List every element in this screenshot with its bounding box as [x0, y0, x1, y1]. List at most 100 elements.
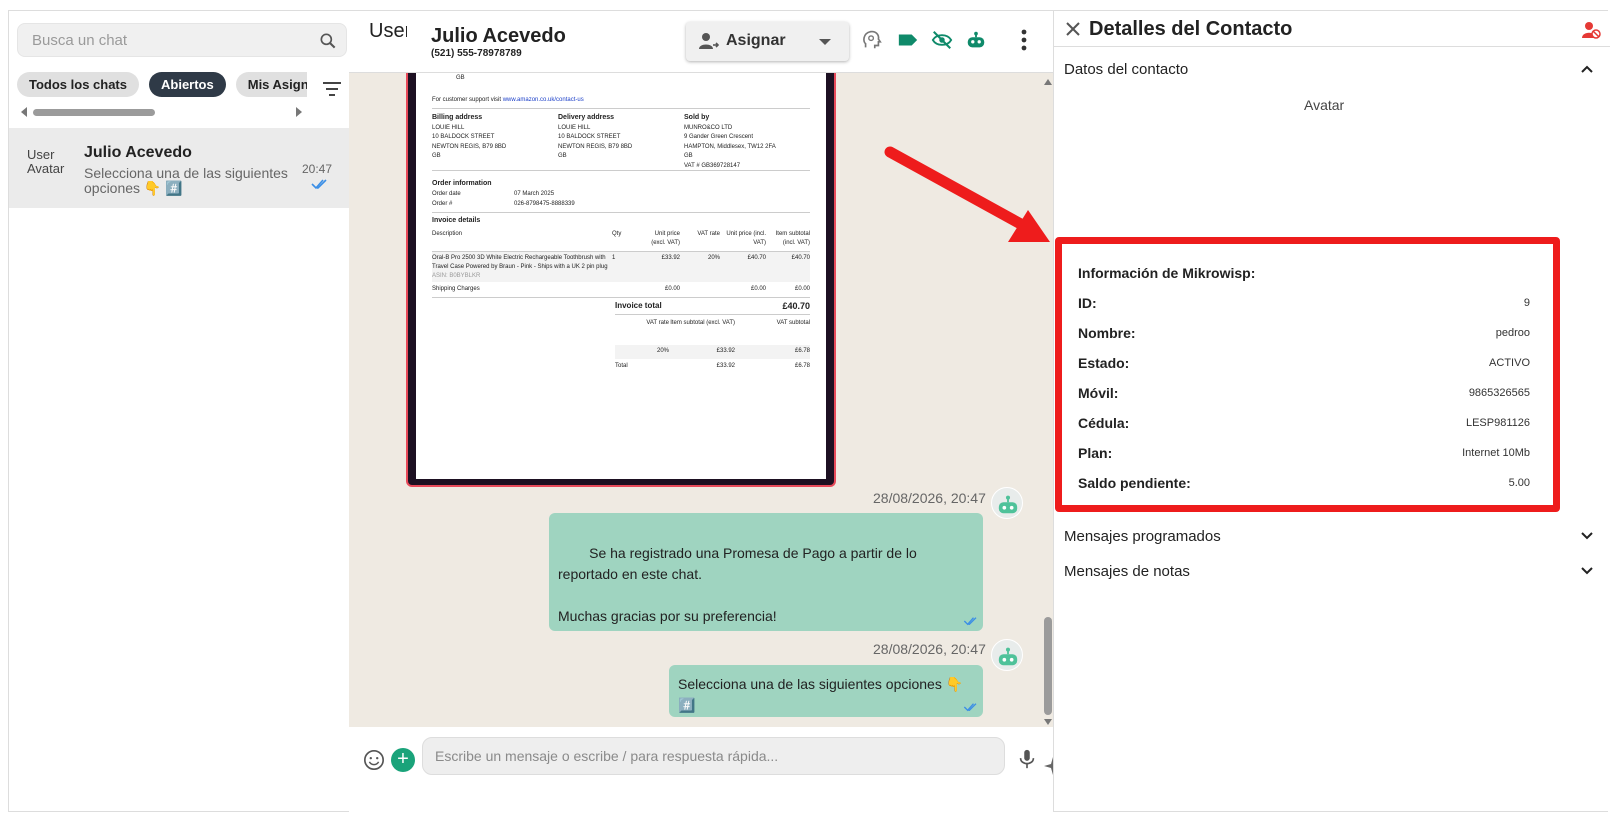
billing-heading: Billing address: [432, 114, 483, 121]
avatar[interactable]: User: [369, 21, 407, 61]
field-value: LESP981126: [1465, 417, 1530, 429]
message-input[interactable]: Escribe un mensaje o escribe / para resp…: [422, 737, 1065, 775]
shipping-excl: £0.00: [664, 286, 680, 292]
chevron-down-icon[interactable]: [1581, 532, 1593, 540]
chat-preview: Selecciona una de las siguientes opcione…: [84, 165, 288, 196]
field-row: Cédula: LESP981126: [1078, 415, 1530, 435]
microphone-icon[interactable]: [1016, 748, 1038, 770]
field-label: Plan:: [1078, 445, 1113, 461]
ai-brain-icon[interactable]: [861, 29, 883, 51]
order-info-heading: Order information: [432, 180, 492, 187]
mikrowisp-info-card: Información de Mikrowisp: ID: 9 Nombre: pe…: [1055, 237, 1560, 512]
avatar: Avatar: [1304, 97, 1345, 113]
message-input-placeholder: Escribe un mensaje o escribe / para resp…: [435, 748, 779, 764]
red-arrow-annotation: [884, 146, 1050, 242]
vat-item-subtotal-value: £33.92: [716, 348, 735, 354]
col-qty: Qty: [612, 231, 622, 237]
scroll-thumb[interactable]: [1044, 617, 1052, 715]
field-row: ID: 9: [1078, 295, 1530, 315]
field-value: 9865326565: [1468, 387, 1530, 399]
horizontal-scrollbar[interactable]: [19, 106, 304, 118]
sold-by-heading: Sold by: [684, 114, 710, 121]
filter-icon[interactable]: [322, 80, 342, 98]
chip-open[interactable]: Abiertos: [149, 72, 226, 97]
bot-icon[interactable]: [965, 29, 987, 51]
mikrowisp-title: Información de Mikrowisp:: [1078, 265, 1256, 281]
col-unit-incl: Unit price (incl. VAT): [726, 231, 766, 246]
field-row: Nombre: pedroo: [1078, 325, 1530, 345]
scroll-left-icon[interactable]: [21, 107, 27, 117]
shipping-incl: £0.00: [750, 286, 766, 292]
message-timestamp: 28/08/2026, 20:47: [873, 641, 986, 657]
chat-list-item[interactable]: User Avatar Julio Acevedo Selecciona una…: [9, 128, 358, 208]
chip-my-assigned[interactable]: Mis Asignados: [235, 72, 307, 97]
sold-line: VAT # GB369728147: [684, 162, 741, 169]
double-check-icon: [311, 179, 327, 190]
field-value: 5.00: [1508, 477, 1530, 489]
field-value: Internet 10Mb: [1462, 447, 1530, 459]
invoice-document-message[interactable]: GB For customer support visit www.amazon…: [406, 73, 836, 487]
bot-avatar: [991, 639, 1023, 671]
details-title: Detalles del Contacto: [1089, 18, 1293, 40]
billing-line: LOUIE HILL: [432, 124, 465, 131]
field-value: pedroo: [1495, 327, 1530, 339]
sold-line: HAMPTON, Middlesex, TW12 2FA: [684, 143, 776, 150]
emoji-icon[interactable]: [363, 749, 385, 771]
scroll-up-icon[interactable]: [1044, 79, 1052, 85]
scroll-thumb[interactable]: [33, 109, 155, 116]
vat-subtotal-col: VAT subtotal: [776, 320, 810, 326]
field-label: ID:: [1078, 295, 1097, 311]
field-row: Móvil: 9865326565: [1078, 385, 1530, 405]
vat-total-label: Total: [615, 363, 628, 369]
scroll-down-icon[interactable]: [1044, 719, 1052, 725]
chat-list-panel: Busca un chat Todos los chats Abiertos Mis…: [9, 11, 359, 811]
double-check-icon: [963, 617, 977, 626]
invoice-total-value: £40.70: [782, 301, 810, 311]
chat-header: User Julio Acevedo (521) 555-78978789 As…: [349, 11, 1053, 73]
eye-off-icon[interactable]: [931, 29, 953, 51]
outgoing-message-bubble[interactable]: Se ha registrado una Promesa de Pago a p…: [549, 513, 983, 631]
section-contact-data[interactable]: Datos del contacto: [1064, 61, 1188, 78]
bot-icon: [998, 647, 1018, 666]
item-asin: ASIN: B0BYBLKR: [432, 273, 481, 279]
assign-dropdown[interactable]: Asignar: [686, 22, 849, 61]
invoice-support-link[interactable]: www.amazon.co.uk/contact-us: [503, 97, 584, 103]
more-vert-icon[interactable]: [1013, 29, 1035, 51]
section-scheduled-messages[interactable]: Mensajes programados: [1064, 528, 1221, 545]
invoice-gb: GB: [456, 75, 465, 81]
close-icon[interactable]: [1065, 21, 1081, 37]
item-vat-rate: 20%: [707, 255, 720, 261]
field-label: Nombre:: [1078, 325, 1136, 341]
search-chat-input[interactable]: Busca un chat: [17, 23, 347, 57]
item-unit-incl: £40.70: [747, 255, 766, 261]
col-subtotal: Item subtotal (incl. VAT): [775, 231, 810, 246]
field-value: 9: [1523, 297, 1530, 309]
vat-rate-value: 20%: [656, 348, 669, 354]
conversation-panel: User Julio Acevedo (521) 555-78978789 As…: [349, 11, 1065, 813]
col-unit-excl: Unit price (excl. VAT): [651, 231, 680, 246]
field-label: Estado:: [1078, 355, 1130, 371]
field-label: Cédula:: [1078, 415, 1130, 431]
field-row: Estado: ACTIVO: [1078, 355, 1530, 375]
scroll-right-icon[interactable]: [296, 107, 302, 117]
col-description: Description: [432, 231, 463, 237]
chevron-down-icon[interactable]: [1581, 567, 1593, 575]
outgoing-message-bubble[interactable]: Selecciona una de las siguientes opcione…: [669, 665, 983, 717]
chip-all-chats[interactable]: Todos los chats: [17, 72, 139, 97]
person-arrow-icon: [699, 33, 719, 49]
user-block-icon[interactable]: [1581, 21, 1601, 39]
chevron-up-icon[interactable]: [1581, 65, 1593, 73]
search-icon[interactable]: [318, 31, 338, 51]
attach-plus-button[interactable]: +: [391, 748, 415, 772]
sold-line: 9 Gander Green Crescent: [684, 134, 754, 141]
message-timestamp: 28/08/2026, 20:47: [873, 490, 986, 506]
vat-total-excl: £33.92: [716, 363, 735, 369]
assign-label: Asignar: [726, 32, 786, 49]
item-qty: 1: [612, 255, 616, 261]
order-number-label: Order #: [432, 201, 453, 207]
section-note-messages[interactable]: Mensajes de notas: [1064, 563, 1190, 580]
search-placeholder: Busca un chat: [32, 32, 128, 49]
order-date-label: Order date: [432, 191, 461, 197]
avatar: User Avatar: [27, 148, 65, 176]
tag-icon[interactable]: [897, 29, 919, 51]
